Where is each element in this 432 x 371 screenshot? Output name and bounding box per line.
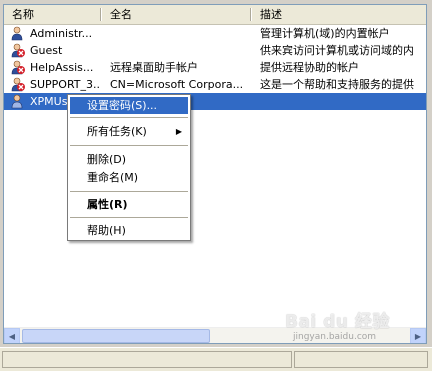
column-header-full-name[interactable]: 全名: [102, 5, 252, 24]
user-description: 供来宾访问计算机或访问域的内: [260, 44, 414, 57]
column-header-description[interactable]: 描述: [252, 5, 426, 24]
status-pane-main: [2, 351, 292, 368]
menu-separator: [70, 145, 188, 146]
submenu-arrow-icon: ▶: [175, 127, 182, 136]
user-description: 管理计算机(域)的内置帐户: [260, 27, 390, 40]
menu-separator: [70, 117, 188, 118]
scroll-right-button[interactable]: ▶: [410, 328, 426, 343]
user-icon: [11, 26, 23, 41]
menu-item-set-password[interactable]: 设置密码(S)...: [70, 97, 188, 114]
menu-separator: [70, 217, 188, 218]
user-icon: [11, 94, 23, 109]
user-row-administrator[interactable]: Administr... 管理计算机(域)的内置帐户: [4, 25, 426, 42]
user-row-helpassistant[interactable]: HelpAssis... 远程桌面助手帐户 提供远程协助的帐户: [4, 59, 426, 76]
status-pane-secondary: [294, 351, 428, 368]
menu-item-rename[interactable]: 重命名(M): [70, 169, 188, 186]
menu-item-all-tasks[interactable]: 所有任务(K) ▶: [70, 123, 188, 140]
menu-item-label: 所有任务(K): [87, 125, 147, 138]
menu-item-properties[interactable]: 属性(R): [70, 196, 188, 213]
user-name: Administr...: [30, 27, 93, 40]
column-header-name[interactable]: 名称: [4, 5, 102, 24]
user-description: 提供远程协助的帐户: [260, 61, 359, 74]
menu-item-delete[interactable]: 删除(D): [70, 151, 188, 168]
user-full-name: 远程桌面助手帐户: [110, 61, 198, 74]
scrollbar-thumb[interactable]: [22, 329, 210, 343]
watermark-logo: Bai du 经验: [285, 312, 390, 332]
menu-separator: [70, 191, 188, 192]
user-full-name: CN=Microsoft Corpora...: [110, 78, 244, 91]
menu-item-help[interactable]: 帮助(H): [70, 222, 188, 239]
user-row-guest[interactable]: Guest 供来宾访问计算机或访问域的内: [4, 42, 426, 59]
disabled-user-icon: [11, 43, 25, 58]
user-description: 这是一个帮助和支持服务的提供: [260, 78, 414, 91]
watermark-url: jingyan.baidu.com: [293, 332, 377, 342]
scroll-left-button[interactable]: ◀: [4, 328, 20, 343]
disabled-user-icon: [11, 60, 25, 75]
disabled-user-icon: [11, 77, 25, 92]
context-menu: 设置密码(S)... 所有任务(K) ▶ 删除(D) 重命名(M) 属性(R) …: [67, 94, 191, 241]
baidu-jingyan-watermark: Bai du 经验 jingyan.baidu.com: [285, 307, 405, 351]
user-name: HelpAssis...: [30, 61, 94, 74]
user-name: SUPPORT_3...: [30, 78, 100, 91]
user-row-support[interactable]: SUPPORT_3... CN=Microsoft Corpora... 这是一…: [4, 76, 426, 93]
user-name: Guest: [30, 44, 63, 57]
list-header: 名称 全名 描述: [4, 5, 426, 25]
